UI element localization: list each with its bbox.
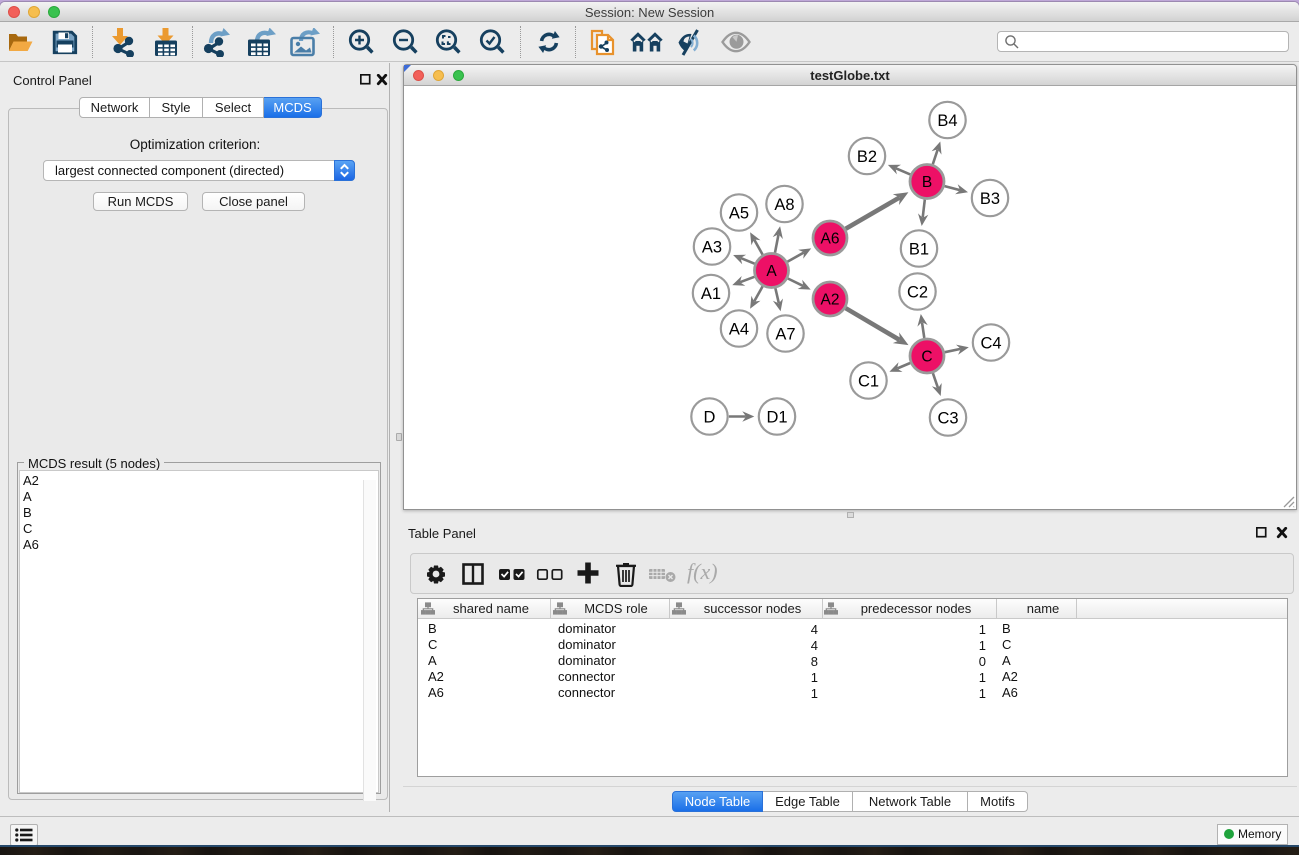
- svg-text:D1: D1: [766, 408, 787, 426]
- svg-text:A: A: [766, 263, 777, 280]
- svg-text:A3: A3: [702, 238, 722, 256]
- svg-text:A2: A2: [821, 292, 840, 309]
- svg-text:C2: C2: [907, 283, 928, 301]
- svg-text:B4: B4: [937, 112, 957, 130]
- svg-text:A5: A5: [729, 204, 749, 222]
- svg-text:D: D: [704, 408, 716, 426]
- svg-text:A6: A6: [821, 231, 840, 248]
- svg-text:A7: A7: [775, 325, 795, 343]
- svg-text:B2: B2: [857, 148, 877, 166]
- svg-text:A8: A8: [774, 196, 794, 214]
- svg-text:C: C: [921, 349, 932, 366]
- svg-text:A1: A1: [701, 285, 721, 303]
- svg-text:B3: B3: [980, 190, 1000, 208]
- svg-text:B1: B1: [909, 240, 929, 258]
- svg-text:C3: C3: [937, 409, 958, 427]
- svg-text:B: B: [922, 174, 932, 191]
- svg-text:C1: C1: [858, 372, 879, 390]
- svg-text:C4: C4: [980, 334, 1001, 352]
- svg-text:A4: A4: [729, 320, 749, 338]
